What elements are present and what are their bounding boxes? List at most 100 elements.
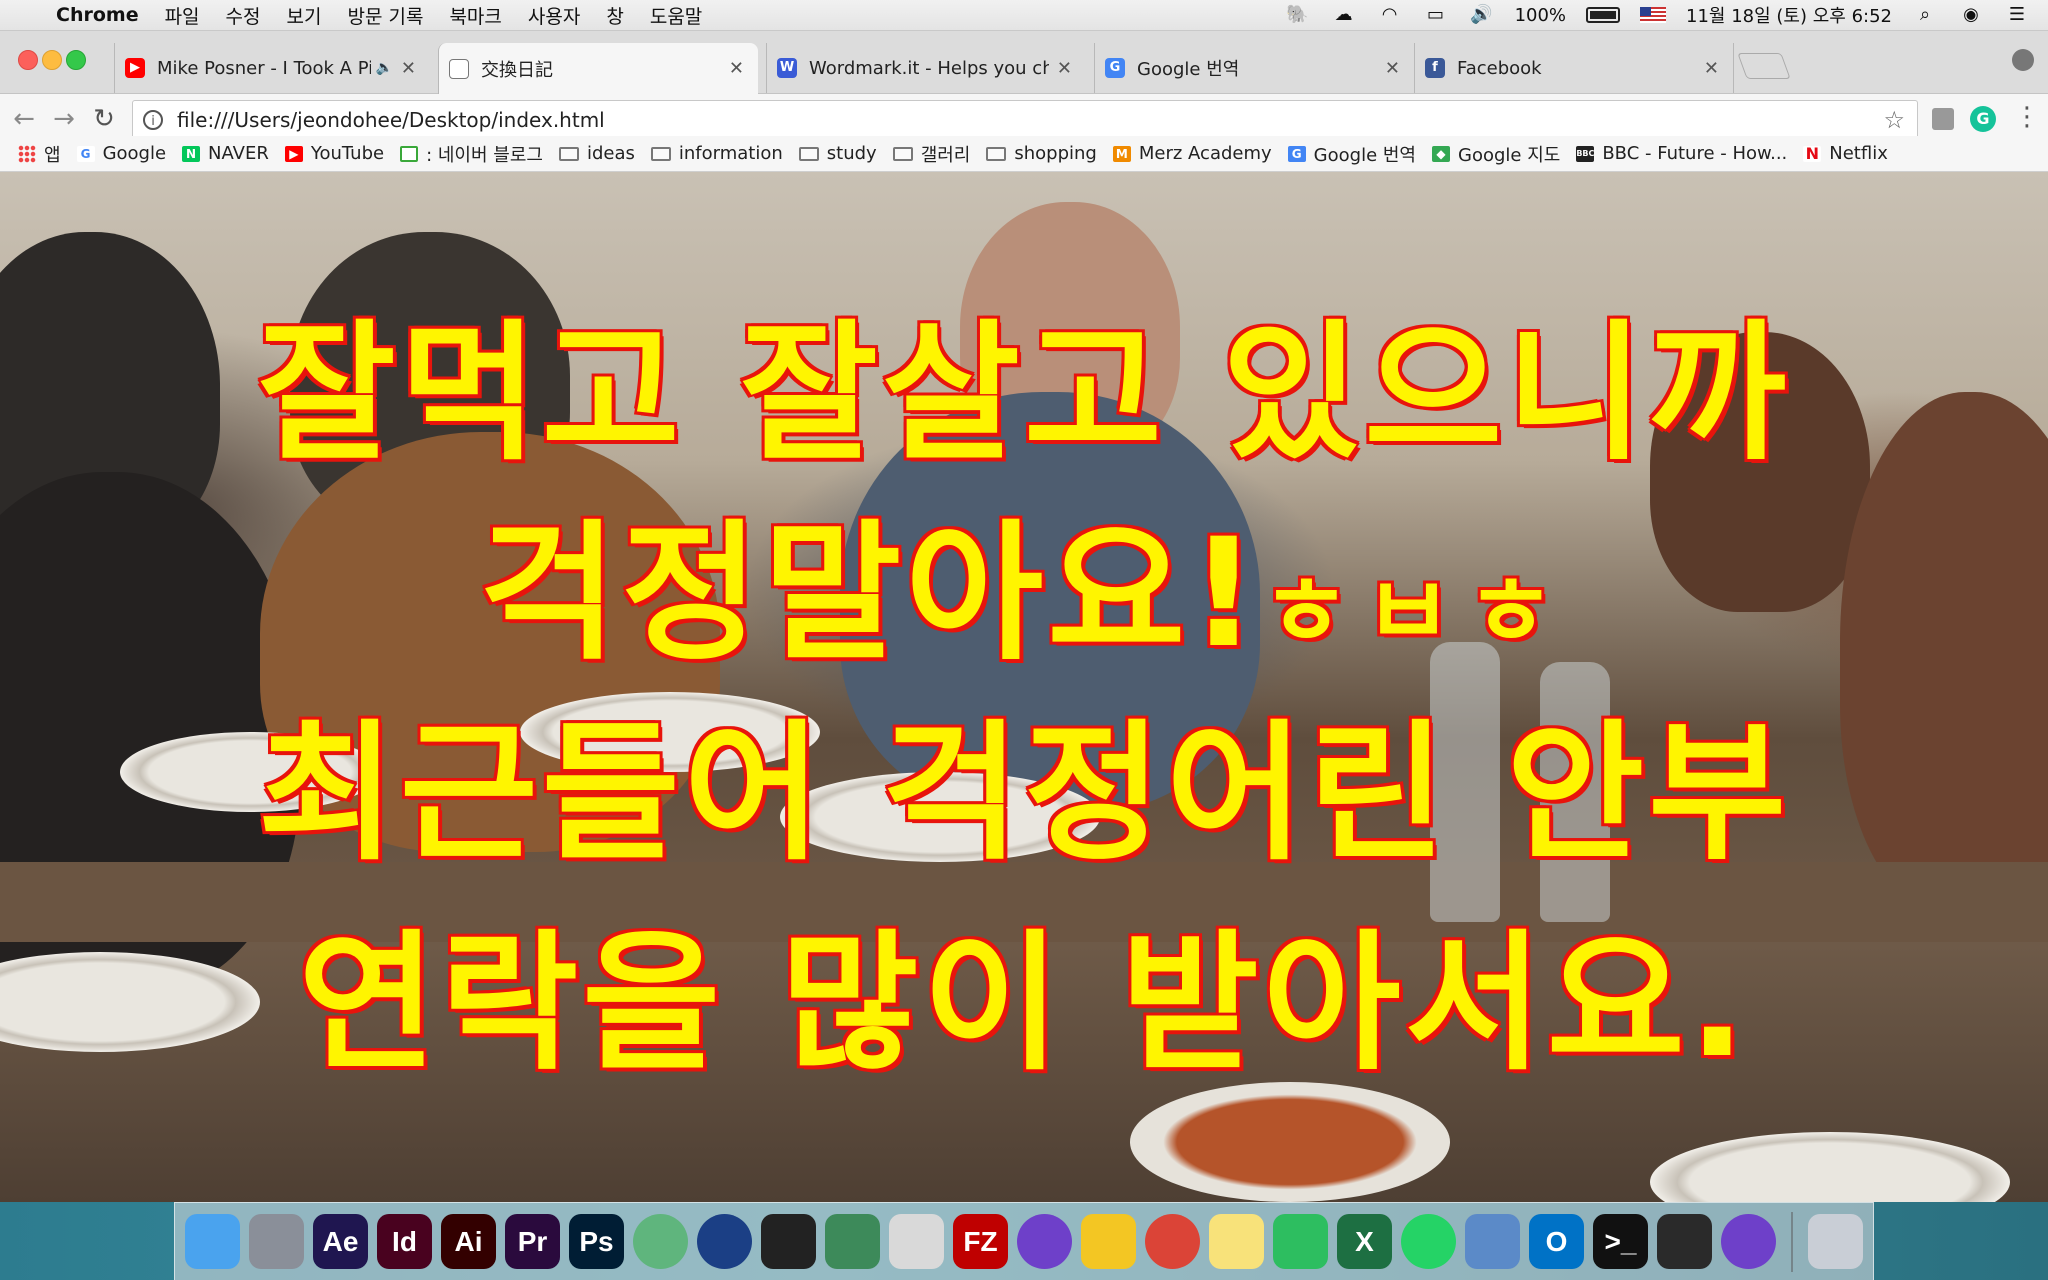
- bookmark-merz-academy[interactable]: M Merz Academy: [1112, 143, 1272, 164]
- bookmark-apps[interactable]: 앱: [18, 141, 61, 167]
- bookmark-google-maps[interactable]: ◆ Google 지도: [1432, 141, 1560, 167]
- python-icon[interactable]: [889, 1214, 944, 1269]
- bookmark-naver[interactable]: N NAVER: [182, 143, 269, 164]
- premiere-icon[interactable]: Pr: [505, 1214, 560, 1269]
- menu-view[interactable]: 보기: [287, 2, 322, 29]
- menu-bookmarks[interactable]: 북마크: [449, 2, 501, 29]
- bookmark-label: information: [678, 143, 783, 164]
- bookmark-label: BBC - Future - How...: [1602, 143, 1788, 164]
- github-desktop-icon[interactable]: [1017, 1214, 1072, 1269]
- profile-avatar-icon[interactable]: [2012, 49, 2034, 71]
- evernote-menu-icon[interactable]: 🐘: [1285, 4, 1311, 26]
- tab-google-translate[interactable]: G Google 번역 ✕: [1094, 43, 1414, 93]
- forward-button[interactable]: →: [48, 104, 80, 134]
- illustrator-icon[interactable]: Ai: [441, 1214, 496, 1269]
- caption-line-2-main: 걱정말아요!: [477, 505, 1262, 683]
- bookmark-naver-blog[interactable]: : 네이버 블로그: [400, 141, 543, 167]
- atom-icon[interactable]: [633, 1214, 688, 1269]
- menu-file[interactable]: 파일: [165, 2, 200, 29]
- facebook-icon: f: [1425, 58, 1445, 78]
- close-tab-icon[interactable]: ✕: [729, 58, 744, 79]
- bookmark-folder-study[interactable]: study: [798, 143, 877, 164]
- bookmark-netflix[interactable]: N Netflix: [1803, 143, 1888, 164]
- github-icon[interactable]: [1721, 1214, 1776, 1269]
- bookmark-star-icon[interactable]: ☆: [1883, 106, 1905, 134]
- notification-center-icon[interactable]: ☰: [2004, 4, 2030, 26]
- after-effects-icon[interactable]: Ae: [313, 1214, 368, 1269]
- terminal-icon[interactable]: >_: [1593, 1214, 1648, 1269]
- menu-help[interactable]: 도움말: [650, 2, 702, 29]
- notes-icon[interactable]: [1209, 1214, 1264, 1269]
- extension-icon[interactable]: [1932, 108, 1954, 130]
- menu-history[interactable]: 방문 기록: [347, 2, 423, 29]
- bookmark-label: YouTube: [310, 143, 385, 164]
- creative-cloud-icon[interactable]: ☁: [1331, 4, 1357, 26]
- bookmark-folder-shopping[interactable]: shopping: [986, 143, 1097, 164]
- tab-facebook[interactable]: f Facebook ✕: [1414, 43, 1734, 93]
- evernote-icon[interactable]: [1273, 1214, 1328, 1269]
- bookmark-bbc-future[interactable]: BBC BBC - Future - How...: [1576, 143, 1787, 164]
- menu-edit[interactable]: 수정: [226, 2, 261, 29]
- folder-icon: [650, 146, 671, 161]
- chrome-menu-icon[interactable]: ⋮: [2014, 102, 2040, 132]
- outlook-icon[interactable]: O: [1529, 1214, 1584, 1269]
- volume-icon[interactable]: 🔊: [1469, 4, 1495, 26]
- tab-title: Wordmark.it - Helps you choose: [809, 57, 1049, 79]
- bookmark-folder-ideas[interactable]: ideas: [558, 143, 635, 164]
- url-text[interactable]: file:///Users/jeondohee/Desktop/index.ht…: [177, 108, 605, 132]
- tab-wordmark[interactable]: W Wordmark.it - Helps you choose ✕: [766, 43, 1086, 93]
- minimize-window-button[interactable]: [42, 50, 62, 70]
- preview-icon[interactable]: [1465, 1214, 1520, 1269]
- merz-icon: M: [1112, 145, 1131, 162]
- close-tab-icon[interactable]: ✕: [401, 58, 416, 79]
- menu-window[interactable]: 창: [606, 2, 623, 29]
- photoshop-icon[interactable]: Ps: [569, 1214, 624, 1269]
- close-tab-icon[interactable]: ✕: [1704, 58, 1719, 79]
- back-button[interactable]: ←: [8, 104, 40, 134]
- google-translate-icon: G: [1287, 145, 1306, 162]
- cyberduck-icon[interactable]: [1081, 1214, 1136, 1269]
- page-icon: [449, 58, 469, 79]
- bookmark-folder-information[interactable]: information: [650, 143, 783, 164]
- trash-icon[interactable]: [1808, 1214, 1863, 1269]
- finder-icon[interactable]: [185, 1214, 240, 1269]
- reload-button[interactable]: ↻: [88, 104, 120, 134]
- close-tab-icon[interactable]: ✕: [1057, 58, 1072, 79]
- tab-mike-posner[interactable]: ▶ Mike Posner - I Took A Pill In 🔈 ✕: [114, 43, 430, 93]
- clock[interactable]: 11월 18일 (토) 오후 6:52: [1686, 2, 1892, 28]
- siri-icon[interactable]: ◉: [1958, 4, 1984, 26]
- airplay-icon[interactable]: ▭: [1423, 4, 1449, 26]
- bookmark-google-translate[interactable]: G Google 번역: [1287, 141, 1416, 167]
- chrome-icon[interactable]: [1145, 1214, 1200, 1269]
- grammarly-extension-icon[interactable]: G: [1970, 106, 1996, 132]
- unity-icon[interactable]: [761, 1214, 816, 1269]
- battery-percent[interactable]: 100%: [1515, 5, 1566, 26]
- bookmark-youtube[interactable]: ▶ YouTube: [284, 143, 385, 164]
- youtube-icon: ▶: [284, 145, 303, 162]
- battery-icon[interactable]: [1586, 7, 1621, 23]
- new-tab-button[interactable]: [1737, 53, 1791, 79]
- wifi-icon[interactable]: ◠: [1377, 4, 1403, 26]
- whatsapp-icon[interactable]: [1401, 1214, 1456, 1269]
- close-tab-icon[interactable]: ✕: [1385, 58, 1400, 79]
- audio-playing-icon[interactable]: 🔈: [375, 60, 392, 76]
- close-window-button[interactable]: [18, 50, 38, 70]
- address-bar[interactable]: i file:///Users/jeondohee/Desktop/index.…: [132, 100, 1918, 140]
- zoom-window-button[interactable]: [66, 50, 86, 70]
- launchpad-icon[interactable]: [249, 1214, 304, 1269]
- cinema4d-icon[interactable]: [697, 1214, 752, 1269]
- android-studio-icon[interactable]: [825, 1214, 880, 1269]
- tab-exchange-diary[interactable]: 交換日記 ✕: [438, 43, 758, 94]
- app-menu-chrome[interactable]: Chrome: [56, 4, 139, 26]
- bookmark-label: Google 지도: [1458, 144, 1561, 166]
- menu-people[interactable]: 사용자: [528, 2, 580, 29]
- spotlight-search-icon[interactable]: ⌕: [1912, 4, 1938, 26]
- info-icon[interactable]: i: [143, 110, 163, 130]
- input-source-flag-icon[interactable]: [1640, 7, 1667, 23]
- excel-icon[interactable]: X: [1337, 1214, 1392, 1269]
- bookmark-google[interactable]: G Google: [76, 143, 166, 164]
- acrobat-icon[interactable]: [1657, 1214, 1712, 1269]
- bookmark-folder-gallery[interactable]: 갤러리: [892, 141, 970, 167]
- indesign-icon[interactable]: Id: [377, 1214, 432, 1269]
- filezilla-icon[interactable]: FZ: [953, 1214, 1008, 1269]
